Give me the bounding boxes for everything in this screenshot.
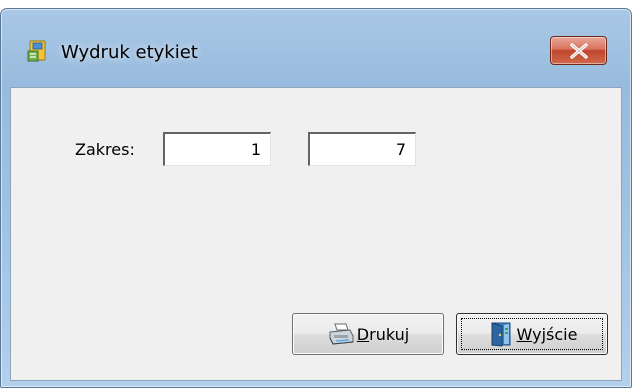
close-button[interactable]	[550, 36, 607, 65]
close-icon	[570, 43, 588, 59]
label-print-app-icon	[27, 40, 46, 62]
window-title: Wydruk etykiet	[61, 42, 198, 63]
dialog-content: Zakres: Drukuj Wyjście	[10, 87, 622, 381]
exit-button-label: Wyjście	[516, 324, 578, 344]
exit-button[interactable]: Wyjście	[456, 313, 608, 355]
exit-door-icon	[491, 322, 511, 347]
title-bar[interactable]: Wydruk etykiet	[1, 9, 631, 67]
printer-icon	[329, 323, 354, 345]
print-button-label: Drukuj	[356, 324, 410, 344]
dialog-window: Wydruk etykiet Zakres: Drukuj	[0, 8, 632, 388]
range-from-input[interactable]	[163, 132, 271, 166]
print-button[interactable]: Drukuj	[292, 313, 444, 355]
range-to-input[interactable]	[308, 132, 416, 166]
range-label: Zakres:	[75, 140, 135, 159]
